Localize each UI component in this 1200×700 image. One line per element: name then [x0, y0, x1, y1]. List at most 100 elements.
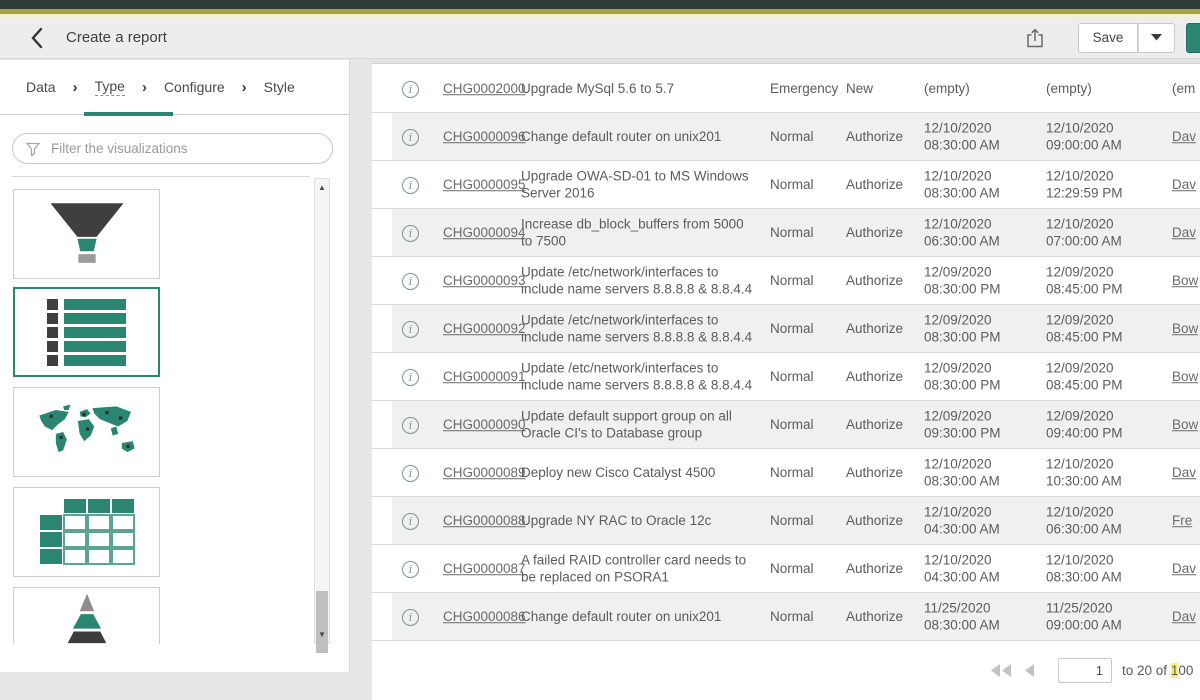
info-icon[interactable]: i [402, 609, 419, 626]
change-number-link[interactable]: CHG0000095 [443, 176, 523, 194]
table-row[interactable]: i CHG0000088 Upgrade NY RAC to Oracle 12… [372, 497, 1200, 545]
assigned-to-link[interactable]: Bow [1172, 320, 1200, 338]
planned-end-cell: (empty) [1046, 80, 1164, 98]
table-row[interactable]: i CHG0000089 Deploy new Cisco Catalyst 4… [372, 449, 1200, 497]
change-number-link[interactable]: CHG0000089 [443, 464, 523, 482]
visualization-filter-input[interactable] [12, 133, 333, 164]
world-map-icon [32, 400, 142, 464]
priority-cell: Normal [770, 560, 842, 578]
viz-thumbnail-pyramid[interactable] [13, 587, 160, 644]
change-number-link[interactable]: CHG0000088 [443, 512, 523, 530]
planned-start-cell: 12/10/2020 06:30:00 AM [924, 215, 1040, 250]
assigned-to-link[interactable]: Dav [1172, 176, 1200, 194]
table-row[interactable]: i CHG0000093 Update /etc/network/interfa… [372, 257, 1200, 305]
viz-thumbnail-world-map[interactable] [13, 387, 160, 477]
scroll-up-icon[interactable]: ▲ [315, 183, 329, 192]
table-row[interactable]: i CHG0000096 Change default router on un… [372, 113, 1200, 161]
table-row[interactable]: i CHG0000087 A failed RAID controller ca… [372, 545, 1200, 593]
assigned-to-link[interactable]: Dav [1172, 560, 1200, 578]
planned-start-cell: 12/10/2020 04:30:00 AM [924, 551, 1040, 586]
priority-cell: Normal [770, 368, 842, 386]
planned-start-cell: 11/25/2020 08:30:00 AM [924, 599, 1040, 634]
state-cell: Authorize [846, 224, 922, 242]
visualization-list [0, 177, 310, 644]
share-icon[interactable] [1020, 23, 1050, 53]
assigned-to-link[interactable]: Dav [1172, 464, 1200, 482]
change-number-link[interactable]: CHG0000094 [443, 224, 523, 242]
change-number-link[interactable]: CHG0000092 [443, 320, 523, 338]
table-row[interactable]: i CHG0000086 Change default router on un… [372, 593, 1200, 641]
range-prefix: to 20 of [1122, 663, 1167, 678]
info-icon[interactable]: i [402, 561, 419, 578]
scroll-down-icon[interactable]: ▼ [315, 630, 329, 639]
run-button[interactable] [1186, 23, 1200, 53]
active-step-indicator [84, 112, 173, 116]
priority-cell: Normal [770, 608, 842, 626]
change-number-link[interactable]: CHG0000096 [443, 128, 523, 146]
info-icon[interactable]: i [402, 273, 419, 290]
table-row[interactable]: i CHG0000095 Upgrade OWA-SD-01 to MS Win… [372, 161, 1200, 209]
change-number-link[interactable]: CHG0000090 [443, 416, 523, 434]
planned-start-cell: 12/09/2020 08:30:00 PM [924, 263, 1040, 298]
info-icon[interactable]: i [402, 321, 419, 338]
planned-end-cell: 12/10/2020 08:30:00 AM [1046, 551, 1164, 586]
assigned-to-link[interactable]: Bow [1172, 416, 1200, 434]
change-number-link[interactable]: CHG0002000 [443, 80, 523, 98]
first-page-icon[interactable] [990, 664, 1012, 682]
table-row[interactable]: i CHG0002000 Upgrade MySql 5.6 to 5.7 Em… [372, 65, 1200, 113]
viz-list-scrollbar[interactable]: ▲ ▼ [314, 178, 330, 644]
change-number-link[interactable]: CHG0000086 [443, 608, 523, 626]
planned-start-cell: 12/10/2020 08:30:00 AM [924, 455, 1040, 490]
save-button[interactable]: Save [1078, 23, 1138, 53]
table-row[interactable]: i CHG0000090 Update default support grou… [372, 401, 1200, 449]
priority-cell: Normal [770, 224, 842, 242]
info-icon[interactable]: i [402, 129, 419, 146]
state-cell: Authorize [846, 128, 922, 146]
scrollbar-thumb[interactable] [316, 591, 328, 653]
back-chevron-icon[interactable] [24, 25, 50, 51]
planned-end-cell: 12/09/2020 08:45:00 PM [1046, 359, 1164, 394]
step-type[interactable]: Type [95, 78, 125, 96]
assigned-to-link[interactable]: Dav [1172, 128, 1200, 146]
assigned-to-link[interactable]: Bow [1172, 368, 1200, 386]
pivot-table-icon [37, 496, 137, 568]
planned-end-cell: 11/25/2020 09:00:00 AM [1046, 599, 1164, 634]
info-icon[interactable]: i [402, 369, 419, 386]
state-cell: Authorize [846, 416, 922, 434]
table-row[interactable]: i CHG0000094 Increase db_block_buffers f… [372, 209, 1200, 257]
table-row[interactable]: i CHG0000092 Update /etc/network/interfa… [372, 305, 1200, 353]
info-icon[interactable]: i [402, 417, 419, 434]
info-icon[interactable]: i [402, 513, 419, 530]
assigned-to-link[interactable]: Bow [1172, 272, 1200, 290]
short-description-cell: A failed RAID controller card needs to b… [521, 551, 757, 586]
save-dropdown-button[interactable] [1138, 23, 1175, 53]
state-cell: Authorize [846, 368, 922, 386]
total-rest: 00 [1178, 663, 1193, 678]
viz-thumbnail-pivot-table[interactable] [13, 487, 160, 577]
assigned-to-link[interactable]: Fre [1172, 512, 1200, 530]
step-data[interactable]: Data [26, 79, 56, 95]
step-configure[interactable]: Configure [164, 79, 225, 95]
viz-thumbnail-list[interactable] [13, 287, 160, 377]
info-icon[interactable]: i [402, 465, 419, 482]
change-number-link[interactable]: CHG0000091 [443, 368, 523, 386]
step-style[interactable]: Style [264, 79, 295, 95]
previous-page-icon[interactable] [1024, 664, 1035, 682]
change-number-link[interactable]: CHG0000087 [443, 560, 523, 578]
info-icon[interactable]: i [402, 81, 419, 98]
state-cell: Authorize [846, 608, 922, 626]
info-icon[interactable]: i [402, 177, 419, 194]
priority-cell: Normal [770, 128, 842, 146]
info-icon[interactable]: i [402, 225, 419, 242]
change-number-link[interactable]: CHG0000093 [443, 272, 523, 290]
planned-end-cell: 12/09/2020 08:45:00 PM [1046, 263, 1164, 298]
state-cell: Authorize [846, 320, 922, 338]
table-row[interactable]: i CHG0000091 Update /etc/network/interfa… [372, 353, 1200, 401]
app-header: Create a report Save [0, 17, 1200, 59]
assigned-to-link[interactable]: Dav [1172, 224, 1200, 242]
assigned-to-link[interactable]: Dav [1172, 608, 1200, 626]
planned-start-cell: 12/09/2020 08:30:00 PM [924, 359, 1040, 394]
pagination-bar: to 20 of 100 [372, 652, 1200, 692]
viz-thumbnail-funnel[interactable] [13, 189, 160, 279]
page-number-input[interactable] [1058, 658, 1112, 683]
